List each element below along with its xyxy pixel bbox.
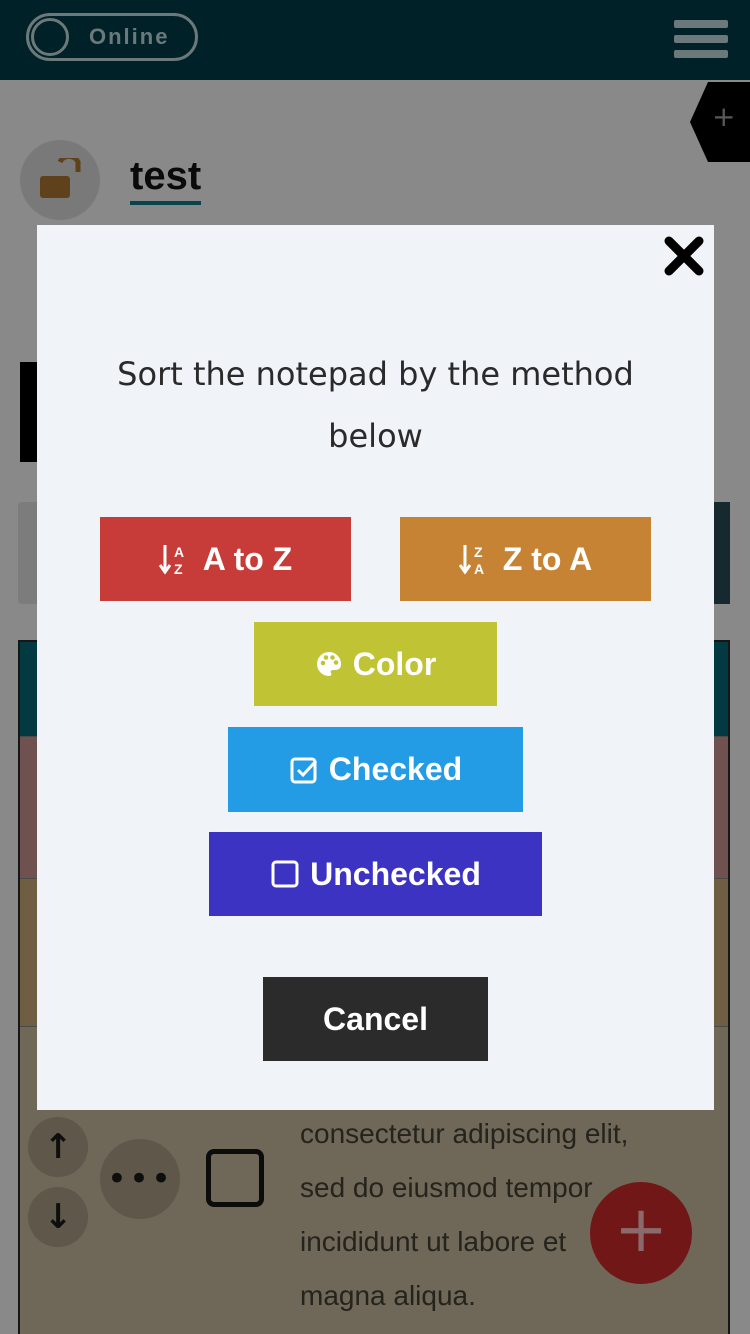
sort-z-to-a-label: Z to A [502, 540, 593, 577]
square-icon [271, 860, 299, 888]
sort-a-to-z-button[interactable]: A Z A to Z [100, 517, 351, 601]
svg-text:A: A [474, 561, 484, 576]
sort-z-to-a-button[interactable]: Z A Z to A [400, 517, 651, 601]
sort-unchecked-button[interactable]: Unchecked [209, 832, 542, 916]
sort-color-button[interactable]: Color [254, 622, 497, 706]
sort-a-to-z-label: A to Z [202, 540, 293, 577]
close-icon[interactable] [663, 235, 705, 277]
cancel-label: Cancel [323, 1000, 428, 1037]
svg-text:Z: Z [174, 561, 183, 576]
sort-alpha-down-icon: A Z [158, 544, 184, 576]
sort-checked-label: Checked [328, 751, 463, 787]
sort-alpha-up-icon: Z A [458, 544, 484, 576]
cancel-button[interactable]: Cancel [263, 977, 488, 1061]
sort-checked-button[interactable]: Checked [228, 727, 523, 812]
svg-text:Z: Z [474, 544, 483, 560]
add-note-button[interactable]: + [590, 1182, 692, 1284]
check-square-icon [290, 757, 317, 783]
palette-icon [316, 651, 341, 676]
sort-color-label: Color [352, 645, 437, 682]
sort-unchecked-label: Unchecked [310, 855, 481, 892]
svg-text:A: A [174, 544, 184, 560]
sort-dialog: Sort the notepad by the method below A Z… [37, 225, 714, 1110]
dialog-message: Sort the notepad by the method below [117, 355, 634, 455]
